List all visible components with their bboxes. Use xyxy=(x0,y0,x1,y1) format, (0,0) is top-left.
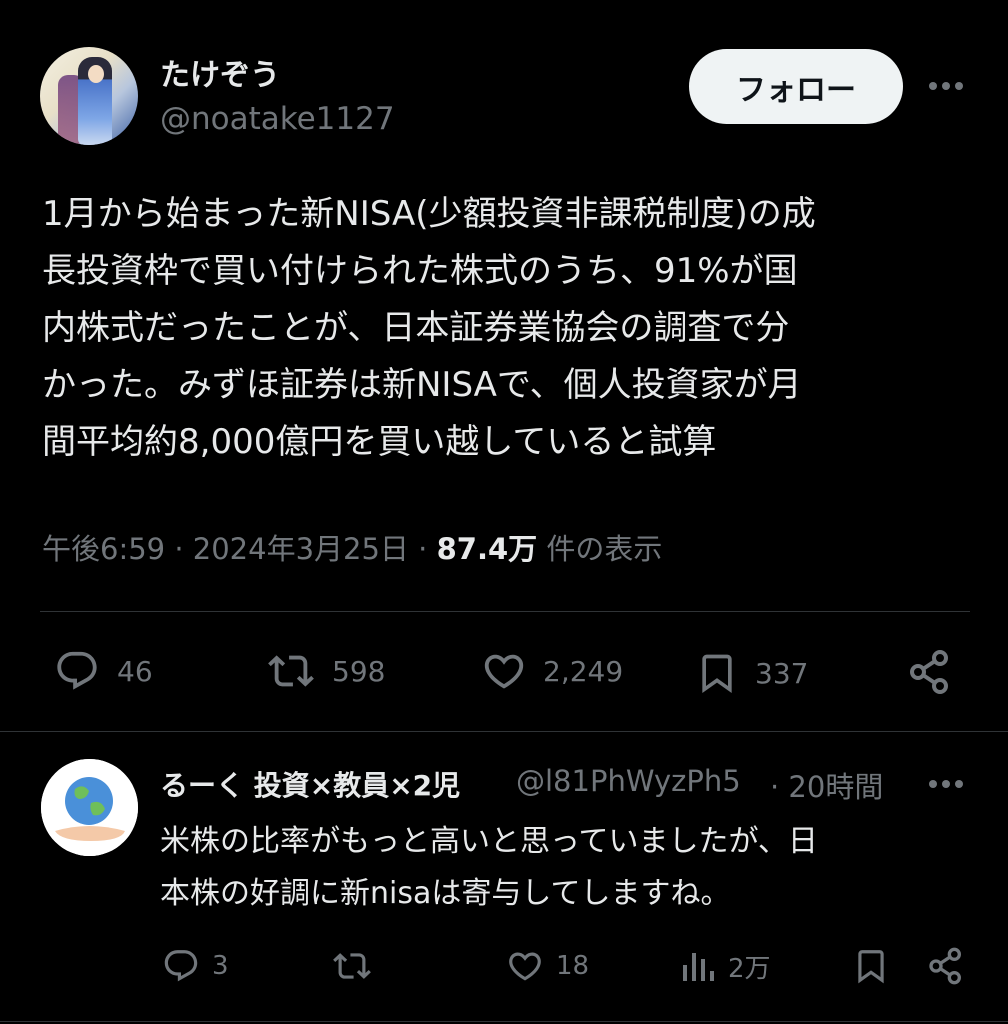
tweet-time[interactable]: 午後6:59 xyxy=(42,532,165,566)
tweet-date[interactable]: 2024年3月25日 xyxy=(193,532,409,566)
reply-views-button[interactable]: 2万 xyxy=(680,947,771,985)
like-count: 2,249 xyxy=(543,654,624,688)
bookmark-button[interactable]: 337 xyxy=(695,648,808,698)
more-options-icon[interactable] xyxy=(926,70,966,102)
retweet-count: 598 xyxy=(332,654,386,688)
bookmark-icon xyxy=(702,654,732,694)
tweet-text-line: 1月から始まった新NISA(少額投資非課税制度)の成 xyxy=(42,194,816,234)
reply-text-line: 米株の比率がもっと高いと思っていましたが、日 xyxy=(160,824,818,859)
reply-icon xyxy=(164,950,198,982)
share-icon xyxy=(910,650,948,694)
tweet-meta: 午後6:59 · 2024年3月25日 · 87.4万 件の表示 xyxy=(42,526,662,568)
meta-separator: · xyxy=(174,532,184,566)
analytics-icon xyxy=(683,953,714,981)
reply-reply-count: 3 xyxy=(212,951,229,981)
divider xyxy=(0,731,1008,732)
reply-text: 米株の比率がもっと高いと思っていましたが、日 本株の好調に新nisaは寄与してし… xyxy=(160,816,980,920)
views-count[interactable]: 87.4万 xyxy=(437,532,538,566)
tweet-text-line: 長投資枠で買い付けられた株式のうち、91%が国 xyxy=(42,251,798,291)
heart-icon xyxy=(484,654,524,689)
reply-button[interactable]: 46 xyxy=(53,648,153,694)
reply-reply-button[interactable]: 3 xyxy=(162,947,229,985)
author-avatar[interactable] xyxy=(40,47,138,145)
tweet-text-line: 間平均約8,000億円を買い越していると試算 xyxy=(42,422,717,462)
retweet-icon xyxy=(268,655,314,687)
share-button[interactable] xyxy=(906,648,954,696)
reply-like-count: 18 xyxy=(556,951,590,981)
like-button[interactable]: 2,249 xyxy=(481,648,623,694)
heart-icon xyxy=(509,952,541,981)
divider xyxy=(40,611,970,612)
share-icon xyxy=(929,947,961,985)
retweet-icon xyxy=(333,953,371,979)
retweet-button[interactable]: 598 xyxy=(266,648,385,694)
bookmark-icon xyxy=(858,950,884,984)
reply-bookmark-button[interactable] xyxy=(852,945,890,987)
globe-hands-icon xyxy=(41,759,138,856)
author-handle[interactable]: @noatake1127 xyxy=(160,101,395,137)
reply-author-handle[interactable]: @l81PhWyzPh5 xyxy=(516,764,760,798)
divider xyxy=(0,1021,1008,1022)
author-name[interactable]: たけぞう xyxy=(160,50,280,94)
tweet-text-line: かった。みずほ証券は新NISAで、個人投資家が月 xyxy=(42,365,802,405)
reply-author-name[interactable]: るーく 投資×教員×2児 xyxy=(160,764,508,804)
reply-text-line: 本株の好調に新nisaは寄与してしますね。 xyxy=(160,876,731,911)
reply-icon xyxy=(57,651,97,690)
reply-share-button[interactable] xyxy=(926,946,966,986)
reply-timestamp[interactable]: · 20時間 xyxy=(770,764,883,806)
reply-views-count: 2万 xyxy=(728,953,771,984)
follow-button[interactable]: フォロー xyxy=(689,49,903,124)
reply-retweet-button[interactable] xyxy=(332,947,372,985)
reply-author-avatar[interactable] xyxy=(41,759,138,856)
bookmark-count: 337 xyxy=(755,656,809,690)
reply-like-button[interactable]: 18 xyxy=(506,947,589,985)
tweet-text: 1月から始まった新NISA(少額投資非課税制度)の成 長投資枠で買い付けられた株… xyxy=(42,186,972,471)
reply-more-options-icon[interactable] xyxy=(926,768,966,800)
avatar-face xyxy=(88,65,104,83)
meta-separator: · xyxy=(418,532,428,566)
views-label: 件の表示 xyxy=(546,532,663,566)
tweet-text-line: 内株式だったことが、日本証券業協会の調査で分 xyxy=(42,308,790,348)
reply-count: 46 xyxy=(117,654,153,688)
